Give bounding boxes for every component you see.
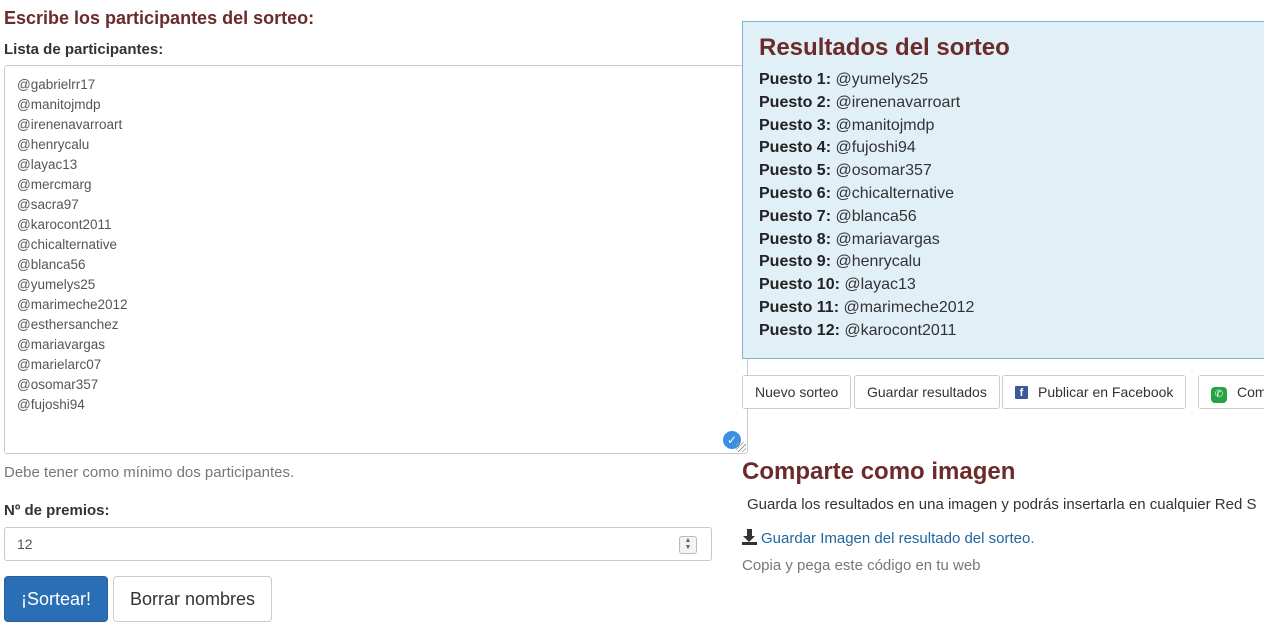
result-row: Puesto 8: @mariavargas bbox=[759, 229, 1264, 252]
download-image-link[interactable]: Guardar Imagen del resultado del sorteo. bbox=[742, 529, 1035, 547]
result-winner: @marimeche2012 bbox=[843, 298, 975, 316]
result-row: Puesto 2: @irenenavarroart bbox=[759, 92, 1264, 115]
result-position: Puesto 6: bbox=[759, 184, 832, 202]
participant-item: @fujoshi94 bbox=[17, 397, 85, 412]
share-title: Comparte como imagen bbox=[742, 458, 1016, 485]
whatsapp-icon: ✆ bbox=[1211, 387, 1227, 403]
result-winner: @layac13 bbox=[844, 276, 916, 294]
download-icon bbox=[742, 529, 757, 545]
draw-button[interactable]: ¡Sortear! bbox=[4, 576, 109, 622]
participant-item: @mariavargas bbox=[17, 337, 105, 352]
result-row: Puesto 11: @marimeche2012 bbox=[759, 297, 1264, 320]
result-winner: @irenenavarroart bbox=[835, 93, 961, 111]
result-winner: @manitojmdp bbox=[835, 116, 935, 134]
result-row: Puesto 10: @layac13 bbox=[759, 274, 1264, 297]
result-position: Puesto 5: bbox=[759, 162, 832, 180]
result-winner: @yumelys25 bbox=[835, 71, 929, 88]
participant-item: @manitojmdp bbox=[17, 97, 101, 112]
participant-item: @layac13 bbox=[17, 157, 78, 172]
participants-help-text: Debe tener como mínimo dos participantes… bbox=[4, 464, 295, 481]
participant-item: @osomar357 bbox=[17, 377, 99, 392]
participant-item: @gabrielrr17 bbox=[17, 77, 96, 92]
result-position: Puesto 4: bbox=[759, 139, 832, 157]
share-whatsapp-label: Com bbox=[1237, 384, 1264, 400]
save-results-button[interactable]: Guardar resultados bbox=[854, 375, 1000, 409]
new-draw-button[interactable]: Nuevo sorteo bbox=[742, 375, 852, 409]
participant-item: @sacra97 bbox=[17, 197, 79, 212]
results-panel: Resultados del sorteo Puesto 1: @yumelys… bbox=[742, 21, 1264, 359]
number-spinner[interactable]: ▲ ▼ bbox=[679, 536, 697, 554]
result-winner: @osomar357 bbox=[835, 162, 932, 180]
result-row: Puesto 12: @karocont2011 bbox=[759, 320, 1264, 343]
participant-item: @yumelys25 bbox=[17, 277, 96, 292]
result-row: Puesto 1: @yumelys25 bbox=[759, 69, 1264, 92]
result-row: Puesto 9: @henrycalu bbox=[759, 251, 1264, 274]
result-position: Puesto 8: bbox=[759, 230, 832, 248]
results-column: Resultados del sorteo Puesto 1: @yumelys… bbox=[742, 0, 1264, 635]
share-description: Guarda los resultados en una imagen y po… bbox=[747, 496, 1257, 513]
participants-label: Lista de participantes: bbox=[4, 41, 164, 58]
result-row: Puesto 5: @osomar357 bbox=[759, 160, 1264, 183]
clear-names-button[interactable]: Borrar nombres bbox=[113, 576, 273, 622]
result-winner: @henrycalu bbox=[835, 253, 922, 271]
result-row: Puesto 3: @manitojmdp bbox=[759, 115, 1264, 138]
prizes-input[interactable]: 12 ▲ ▼ bbox=[4, 527, 712, 561]
result-position: Puesto 3: bbox=[759, 116, 832, 134]
result-position: Puesto 9: bbox=[759, 253, 832, 271]
participant-item: @marimeche2012 bbox=[17, 297, 128, 312]
download-link-label: Guardar Imagen del resultado del sorteo. bbox=[761, 530, 1035, 547]
result-winner: @chicalternative bbox=[835, 184, 954, 202]
participant-item: @chicalternative bbox=[17, 237, 117, 252]
participant-item: @esthersanchez bbox=[17, 317, 119, 332]
participant-item: @marielarc07 bbox=[17, 357, 102, 372]
result-row: Puesto 6: @chicalternative bbox=[759, 183, 1264, 206]
result-winner: @karocont2011 bbox=[844, 321, 957, 339]
result-row: Puesto 7: @blanca56 bbox=[759, 206, 1264, 229]
results-title: Resultados del sorteo bbox=[759, 34, 1010, 61]
participant-item: @henrycalu bbox=[17, 137, 90, 152]
form-heading: Escribe los participantes del sorteo: bbox=[4, 8, 315, 28]
result-winner: @mariavargas bbox=[835, 230, 940, 248]
participant-item: @karocont2011 bbox=[17, 217, 112, 232]
result-position: Puesto 11: bbox=[759, 298, 840, 316]
publish-facebook-button[interactable]: f Publicar en Facebook bbox=[1002, 375, 1187, 409]
result-row: Puesto 4: @fujoshi94 bbox=[759, 137, 1264, 160]
result-winner: @blanca56 bbox=[835, 207, 917, 225]
prizes-value: 12 bbox=[17, 536, 33, 552]
prizes-label: Nº de premios: bbox=[4, 502, 110, 519]
copy-code-text: Copia y pega este código en tu web bbox=[742, 557, 981, 574]
results-list: Puesto 1: @yumelys25 Puesto 2: @irenenava… bbox=[759, 69, 1264, 343]
publish-facebook-label: Publicar en Facebook bbox=[1038, 384, 1174, 400]
participant-item: @irenenavarroart bbox=[17, 117, 123, 132]
result-position: Puesto 12: bbox=[759, 321, 840, 339]
result-position: Puesto 10: bbox=[759, 276, 840, 294]
result-position: Puesto 2: bbox=[759, 93, 832, 111]
facebook-icon: f bbox=[1015, 386, 1028, 399]
result-position: Puesto 7: bbox=[759, 207, 832, 225]
participants-list: @gabrielrr17 @manitojmdp @irenenavarroart @… bbox=[5, 66, 747, 415]
result-position: Puesto 1: bbox=[759, 71, 832, 88]
participant-item: @blanca56 bbox=[17, 257, 86, 272]
participant-item: @mercmarg bbox=[17, 177, 92, 192]
result-winner: @fujoshi94 bbox=[835, 139, 916, 157]
share-whatsapp-button[interactable]: ✆ Com bbox=[1198, 375, 1264, 409]
participants-textarea[interactable]: @gabrielrr17 @manitojmdp @irenenavarroart @… bbox=[4, 65, 748, 454]
